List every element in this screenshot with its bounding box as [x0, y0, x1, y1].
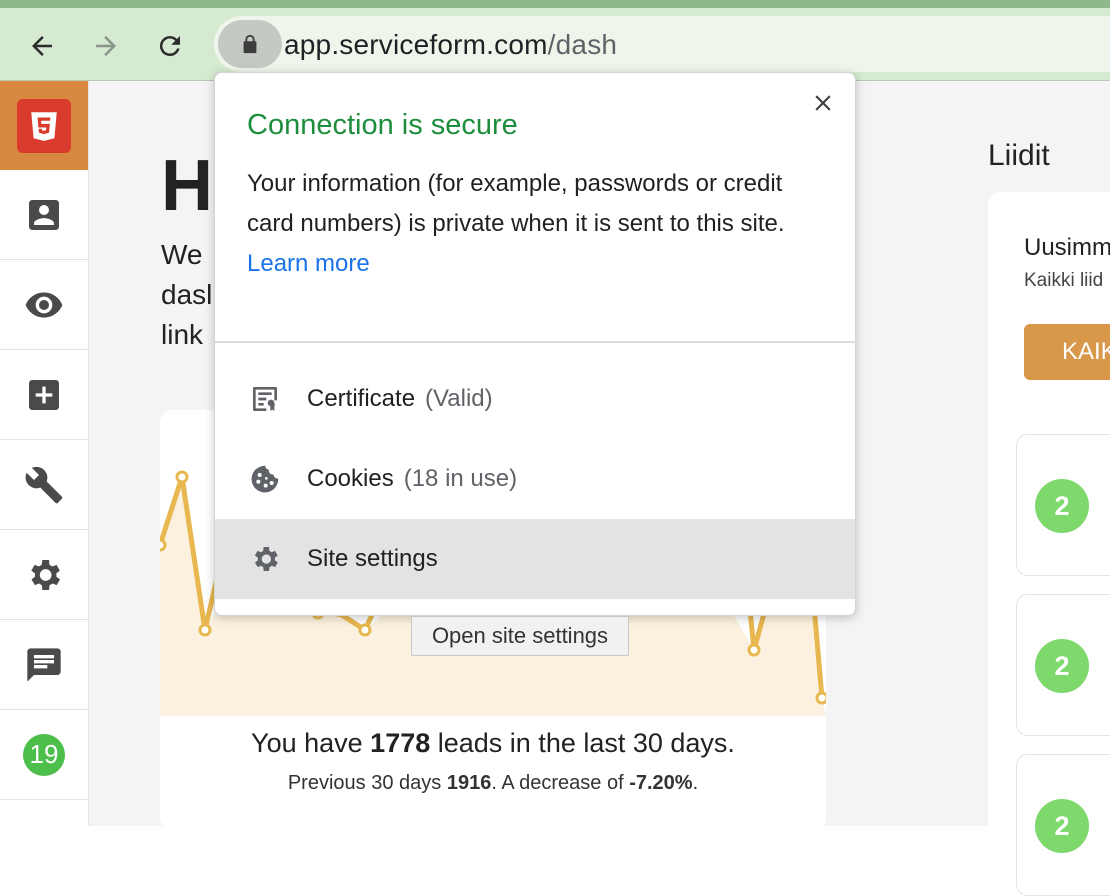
leads-suffix: leads in the last 30 days.: [430, 728, 735, 758]
url-host: app.serviceform.com: [284, 29, 548, 60]
page-title: H: [161, 146, 213, 226]
lead-row[interactable]: 2: [1016, 754, 1110, 896]
leads-summary: You have 1778 leads in the last 30 days.: [160, 728, 826, 759]
sidebar-item-contacts[interactable]: [0, 170, 88, 260]
sidebar-item-tools[interactable]: [0, 440, 88, 530]
close-icon: [815, 95, 831, 111]
prev-end: .: [692, 772, 699, 794]
intro-text: We dasl link: [161, 235, 221, 355]
lead-row[interactable]: 2: [1016, 434, 1110, 576]
all-leads-button[interactable]: KAIK: [1024, 324, 1110, 380]
chart-point: [160, 538, 167, 552]
close-button[interactable]: [807, 87, 839, 119]
cookies-label: Cookies: [307, 465, 394, 492]
prev-count: 1916: [446, 772, 492, 794]
cookies-row[interactable]: Cookies (18 in use): [215, 439, 855, 519]
intro-line: link: [161, 319, 204, 350]
lead-count-badge: 2: [1035, 799, 1089, 853]
site-settings-row[interactable]: Site settings: [215, 519, 855, 599]
chart-point: [815, 691, 826, 705]
learn-more-link[interactable]: Learn more: [247, 250, 370, 277]
chart-point: [358, 623, 372, 637]
liidit-subtext: Kaikki liid: [1024, 270, 1104, 291]
sidebar-item-messages[interactable]: [0, 620, 88, 710]
certificate-status: (Valid): [425, 385, 493, 412]
chart-point: [198, 623, 212, 637]
contact-icon: [29, 199, 59, 230]
arrow-left-icon: [32, 36, 52, 56]
eye-icon: [25, 292, 63, 317]
add-icon: [29, 379, 59, 410]
site-info-button[interactable]: [218, 20, 282, 68]
lead-count-badge: 2: [1035, 639, 1089, 693]
chat-icon: [27, 647, 61, 682]
intro-line: dasl: [161, 279, 213, 310]
lead-row[interactable]: 2: [1016, 594, 1110, 736]
url-path: /dash: [547, 29, 618, 60]
gear-icon: [31, 559, 61, 590]
reload-icon: [159, 36, 180, 57]
certificate-row[interactable]: Certificate (Valid): [215, 359, 855, 439]
description-text: Your information (for example, passwords…: [247, 170, 785, 237]
certificate-label: Certificate: [307, 385, 416, 412]
prev-prefix: Previous 30 days: [287, 772, 447, 794]
sidebar-item-preview[interactable]: [0, 260, 88, 350]
reload-button[interactable]: [150, 26, 190, 66]
app-logo: [17, 98, 71, 153]
sidebar: 19: [0, 81, 89, 826]
forward-button[interactable]: [86, 26, 126, 66]
back-button[interactable]: [22, 26, 62, 66]
sidebar-item-settings[interactable]: [0, 530, 88, 620]
chart-point: [175, 470, 189, 484]
liidit-heading: Uusimm: [1024, 234, 1110, 261]
html5-logo-icon: [31, 111, 57, 141]
cookies-count: (18 in use): [403, 465, 518, 492]
chart-point: [747, 643, 761, 657]
logo-cell[interactable]: [0, 81, 88, 170]
leads-comparison: Previous 30 days 1916. A decrease of -7.…: [160, 772, 826, 795]
liidit-title: Liidit: [988, 139, 1050, 172]
sidebar-item-add[interactable]: [0, 350, 88, 440]
browser-toolbar: app.serviceform.com/dash: [0, 8, 1110, 81]
wrench-icon: [25, 466, 63, 503]
tab-strip-edge: [0, 0, 1110, 8]
connection-description: Your information (for example, passwords…: [247, 164, 831, 284]
prev-middle: . A decrease of: [491, 772, 630, 794]
liidit-card: Uusimm Kaikki liid KAIK 2 2 2: [988, 192, 1110, 896]
leads-prefix: You have: [251, 728, 371, 758]
prev-change: -7.20%: [629, 772, 693, 794]
certificate-icon: [253, 387, 277, 411]
site-settings-label: Site settings: [307, 545, 438, 572]
notification-badge: 19: [23, 733, 65, 776]
lock-icon: [243, 34, 257, 54]
leads-count: 1778: [370, 728, 431, 758]
arrow-right-icon: [96, 36, 116, 56]
connection-status-title: Connection is secure: [247, 109, 518, 141]
tooltip: Open site settings: [411, 616, 629, 656]
site-info-popup: Connection is secure Your information (f…: [214, 72, 856, 616]
intro-line: We: [161, 239, 203, 270]
lead-count-badge: 2: [1035, 479, 1089, 533]
url-text: app.serviceform.com/dash: [284, 29, 617, 61]
cookie-icon: [251, 465, 279, 493]
address-bar[interactable]: app.serviceform.com/dash: [214, 16, 1110, 72]
gear-icon: [254, 547, 278, 571]
divider: [215, 341, 855, 343]
sidebar-item-notifications[interactable]: 19: [0, 710, 88, 800]
